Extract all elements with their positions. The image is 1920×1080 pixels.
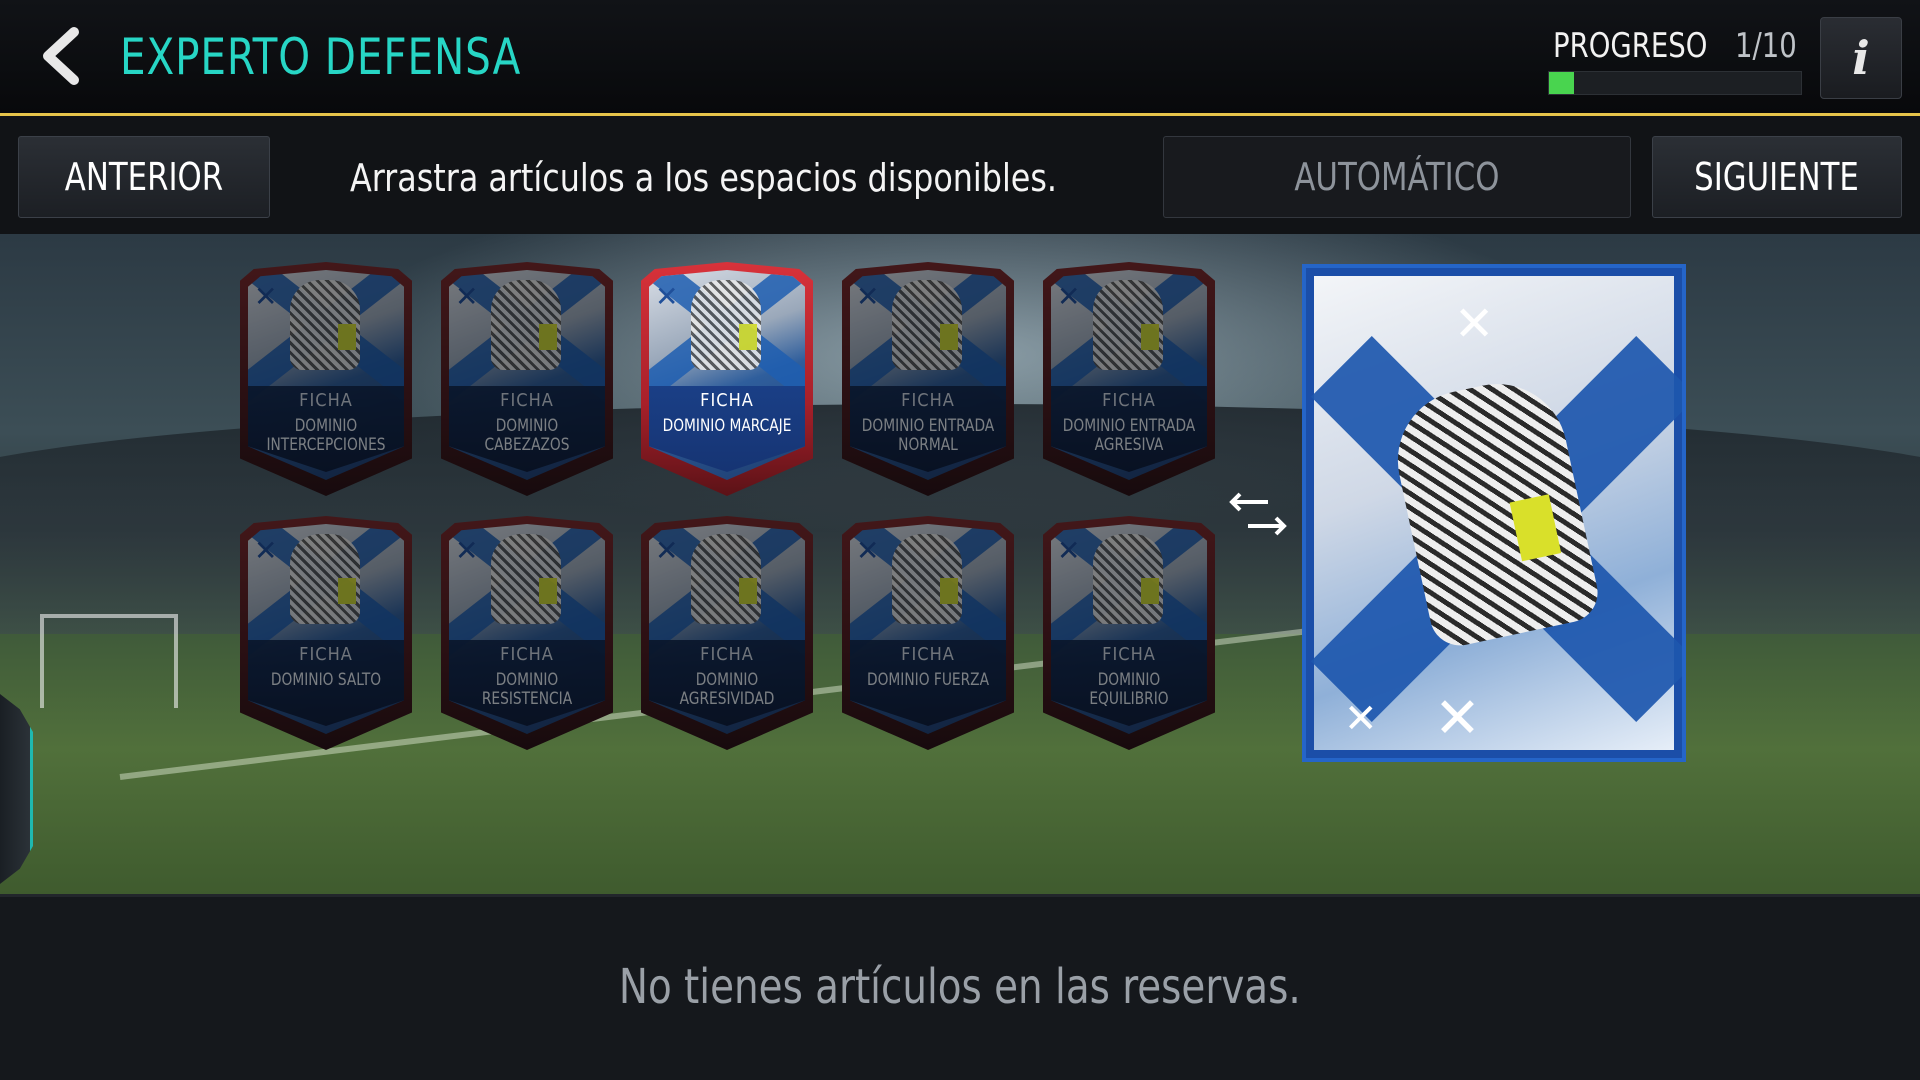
- empty-reserve-message: No tienes artículos en las reservas.: [0, 959, 1920, 1015]
- selected-card-preview[interactable]: ✕ ✕ ✕: [1302, 264, 1686, 762]
- progress-bar: [1548, 71, 1802, 95]
- side-drawer-handle[interactable]: [0, 694, 33, 884]
- card-name: DOMINIO MARCAJE: [662, 416, 792, 436]
- skill-card[interactable]: ✕ FICHA DOMINIO INTERCEPCIONES: [240, 262, 412, 496]
- goalkeeper-glove-icon: [290, 280, 360, 370]
- skill-card[interactable]: ✕ FICHA DOMINIO MARCAJE: [641, 262, 813, 496]
- goalkeeper-glove-icon: [1093, 534, 1163, 624]
- x-mark-icon: ✕: [1057, 280, 1081, 313]
- card-type: FICHA: [700, 390, 754, 411]
- card-name: DOMINIO ENTRADA NORMAL: [861, 416, 995, 455]
- card-type: FICHA: [299, 644, 353, 665]
- swap-icon: [1229, 492, 1287, 536]
- skill-card[interactable]: ✕ FICHA DOMINIO FUERZA: [842, 516, 1014, 750]
- x-mark-icon: ✕: [1344, 696, 1378, 742]
- goalkeeper-glove-icon: [491, 534, 561, 624]
- skill-card[interactable]: ✕ FICHA DOMINIO SALTO: [240, 516, 412, 750]
- x-mark-icon: ✕: [655, 534, 679, 567]
- auto-fill-button[interactable]: AUTOMÁTICO: [1163, 136, 1631, 218]
- x-mark-icon: ✕: [455, 280, 479, 313]
- empty-reserve-text: No tienes artículos en las reservas.: [619, 959, 1301, 1015]
- selected-card-art: ✕ ✕ ✕: [1310, 276, 1682, 751]
- card-name: DOMINIO EQUILIBRIO: [1089, 670, 1169, 709]
- skill-card[interactable]: ✕ FICHA DOMINIO ENTRADA NORMAL: [842, 262, 1014, 496]
- goalkeeper-glove-icon: [491, 280, 561, 370]
- x-mark-icon: ✕: [1057, 534, 1081, 567]
- reserve-panel: No tienes artículos en las reservas.: [0, 894, 1920, 1080]
- card-name: DOMINIO INTERCEPCIONES: [266, 416, 386, 455]
- page-title: EXPERTO DEFENSA: [120, 28, 522, 86]
- x-mark-icon: ✕: [856, 534, 880, 567]
- progress-label: PROGRESO: [1553, 26, 1708, 66]
- info-button[interactable]: i: [1820, 17, 1902, 99]
- action-toolbar: ANTERIOR Arrastra artículos a los espaci…: [0, 116, 1920, 234]
- back-button[interactable]: [30, 18, 90, 94]
- goalkeeper-glove-icon: [892, 280, 962, 370]
- goalkeeper-glove-icon: [691, 280, 761, 370]
- card-type: FICHA: [901, 644, 955, 665]
- x-mark-icon: ✕: [1434, 686, 1481, 751]
- next-button-label: SIGUIENTE: [1694, 155, 1860, 199]
- x-mark-icon: ✕: [1454, 296, 1495, 352]
- card-name: DOMINIO RESISTENCIA: [481, 670, 573, 709]
- x-mark-icon: ✕: [655, 280, 679, 313]
- card-name: DOMINIO AGRESIVIDAD: [679, 670, 775, 709]
- info-icon: i: [1852, 31, 1870, 85]
- x-mark-icon: ✕: [856, 280, 880, 313]
- x-mark-icon: ✕: [455, 534, 479, 567]
- card-name: DOMINIO FUERZA: [866, 670, 990, 690]
- card-name: DOMINIO ENTRADA AGRESIVA: [1062, 416, 1196, 455]
- card-type: FICHA: [1102, 644, 1156, 665]
- next-button[interactable]: SIGUIENTE: [1652, 136, 1902, 218]
- x-mark-icon: ✕: [254, 534, 278, 567]
- chevron-left-icon: [43, 27, 79, 85]
- skill-card[interactable]: ✕ FICHA DOMINIO AGRESIVIDAD: [641, 516, 813, 750]
- card-type: FICHA: [500, 644, 554, 665]
- skill-card[interactable]: ✕ FICHA DOMINIO CABEZAZOS: [441, 262, 613, 496]
- previous-button-label: ANTERIOR: [64, 155, 224, 199]
- goalkeeper-glove-icon: [290, 534, 360, 624]
- card-type: FICHA: [299, 390, 353, 411]
- card-type: FICHA: [901, 390, 955, 411]
- progress-bar-fill: [1549, 72, 1575, 94]
- goalkeeper-glove-icon: [892, 534, 962, 624]
- skill-card[interactable]: ✕ FICHA DOMINIO ENTRADA AGRESIVA: [1043, 262, 1215, 496]
- card-name: DOMINIO CABEZAZOS: [484, 416, 570, 455]
- x-mark-icon: ✕: [254, 280, 278, 313]
- auto-fill-button-label: AUTOMÁTICO: [1294, 155, 1500, 199]
- goalkeeper-glove-icon: [691, 534, 761, 624]
- skill-card[interactable]: ✕ FICHA DOMINIO RESISTENCIA: [441, 516, 613, 750]
- card-name: DOMINIO SALTO: [270, 670, 382, 690]
- top-bar: EXPERTO DEFENSA PROGRESO 1/10 i: [0, 0, 1920, 116]
- skill-card[interactable]: ✕ FICHA DOMINIO EQUILIBRIO: [1043, 516, 1215, 750]
- goal-post: [40, 614, 178, 708]
- card-type: FICHA: [500, 390, 554, 411]
- goalkeeper-glove-icon: [1093, 280, 1163, 370]
- item-slots-area: ✕ FICHA DOMINIO INTERCEPCIONES ✕ FICHA DOMINI…: [0, 234, 1920, 894]
- progress-count: 1/10: [1735, 26, 1797, 66]
- instructions-text: Arrastra artículos a los espacios dispon…: [350, 156, 1058, 200]
- card-type: FICHA: [700, 644, 754, 665]
- card-type: FICHA: [1102, 390, 1156, 411]
- previous-button[interactable]: ANTERIOR: [18, 136, 270, 218]
